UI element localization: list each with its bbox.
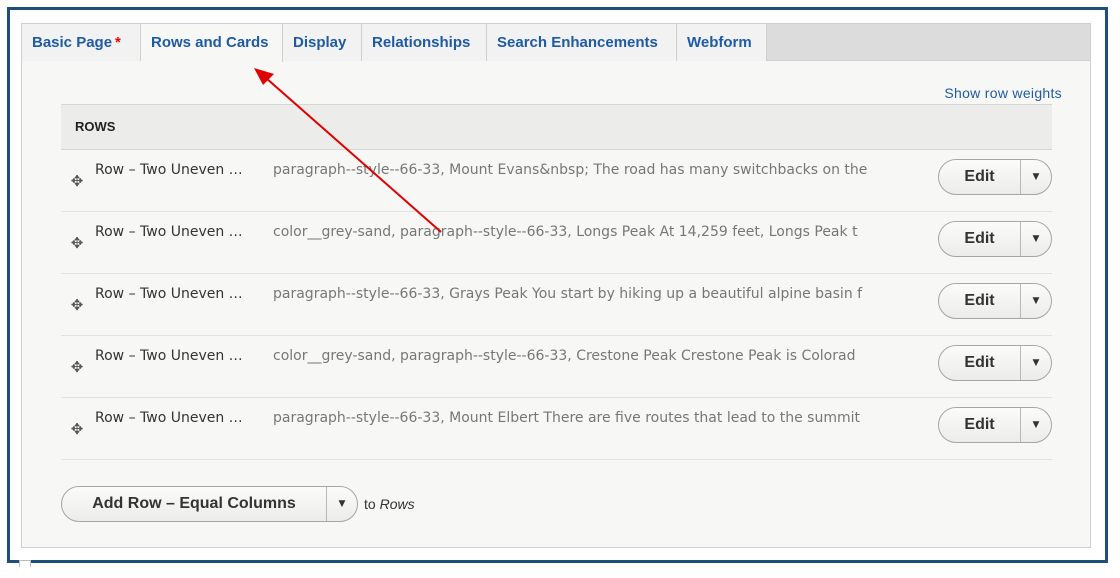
row-title: Row – Two Uneven … [95, 410, 243, 426]
table-row: ✥ Row – Two Uneven … paragraph--style--6… [61, 274, 1052, 336]
add-row-controls: Add Row – Equal Columns ▼ to Rows [61, 486, 415, 522]
table-row: ✥ Row – Two Uneven … paragraph--style--6… [61, 150, 1052, 212]
tab-label: Display [293, 34, 347, 51]
edit-button[interactable]: Edit [939, 222, 1020, 256]
edit-split-button: Edit ▼ [938, 345, 1052, 381]
row-summary: color__grey-sand, paragraph--style--66-3… [273, 348, 856, 364]
tab-label: Rows and Cards [151, 34, 269, 51]
tab-display[interactable]: Display [283, 24, 362, 61]
screenshot-frame: Basic Page * Rows and Cards Display Relat… [7, 7, 1108, 563]
rows-table: ROWS ✥ Row – Two Uneven … paragraph--sty… [61, 104, 1052, 460]
tab-label: Basic Page [32, 34, 113, 51]
caret-down-icon[interactable]: ▼ [1020, 222, 1051, 256]
caret-down-icon[interactable]: ▼ [326, 487, 357, 521]
tab-webform[interactable]: Webform [677, 24, 767, 61]
to-prefix: to [364, 496, 376, 512]
edit-button[interactable]: Edit [939, 284, 1020, 318]
tab-label: Webform [687, 34, 752, 51]
vertical-tabs-panel: Basic Page * Rows and Cards Display Relat… [21, 23, 1091, 548]
move-arrows-icon[interactable]: ✥ [69, 173, 85, 189]
row-summary: paragraph--style--66-33, Mount Elbert Th… [273, 410, 860, 426]
add-row-split-button: Add Row – Equal Columns ▼ [61, 486, 358, 522]
edit-split-button: Edit ▼ [938, 221, 1052, 257]
table-row: ✥ Row – Two Uneven … paragraph--style--6… [61, 398, 1052, 460]
tab-bar: Basic Page * Rows and Cards Display Relat… [22, 24, 1090, 62]
move-arrows-icon[interactable]: ✥ [69, 235, 85, 251]
move-arrows-icon[interactable]: ✥ [69, 421, 85, 437]
tab-label: Search Enhancements [497, 34, 658, 51]
caret-down-icon[interactable]: ▼ [1020, 408, 1051, 442]
row-title: Row – Two Uneven … [95, 286, 243, 302]
move-arrows-icon[interactable]: ✥ [69, 297, 85, 313]
edit-split-button: Edit ▼ [938, 159, 1052, 195]
table-row: ✥ Row – Two Uneven … color__grey-sand, p… [61, 336, 1052, 398]
row-summary: paragraph--style--66-33, Grays Peak You … [273, 286, 863, 302]
caret-down-icon[interactable]: ▼ [1020, 160, 1051, 194]
edit-split-button: Edit ▼ [938, 407, 1052, 443]
edit-split-button: Edit ▼ [938, 283, 1052, 319]
row-title: Row – Two Uneven … [95, 162, 243, 178]
row-summary: color__grey-sand, paragraph--style--66-3… [273, 224, 858, 240]
tab-search-enhancements[interactable]: Search Enhancements [487, 24, 677, 61]
caret-down-icon[interactable]: ▼ [1020, 284, 1051, 318]
row-title: Row – Two Uneven … [95, 224, 243, 240]
tab-relationships[interactable]: Relationships [362, 24, 487, 61]
rows-header: ROWS [61, 104, 1052, 150]
show-row-weights-link[interactable]: Show row weights [944, 85, 1062, 101]
caret-down-icon[interactable]: ▼ [1020, 346, 1051, 380]
tab-content: Show row weights ROWS ✥ Row – Two Uneven… [22, 62, 1090, 548]
target-name: Rows [379, 496, 415, 512]
edit-button[interactable]: Edit [939, 408, 1020, 442]
partial-checkbox [19, 560, 31, 567]
tab-basic-page[interactable]: Basic Page * [22, 24, 141, 61]
add-row-button[interactable]: Add Row – Equal Columns [62, 487, 326, 521]
table-row: ✥ Row – Two Uneven … color__grey-sand, p… [61, 212, 1052, 274]
tab-rows-and-cards[interactable]: Rows and Cards [141, 24, 283, 62]
row-summary: paragraph--style--66-33, Mount Evans&nbs… [273, 162, 868, 178]
tab-label: Relationships [372, 34, 471, 51]
edit-button[interactable]: Edit [939, 160, 1020, 194]
edit-button[interactable]: Edit [939, 346, 1020, 380]
add-row-target-text: to Rows [364, 496, 415, 512]
required-marker: * [115, 34, 121, 51]
row-title: Row – Two Uneven … [95, 348, 243, 364]
move-arrows-icon[interactable]: ✥ [69, 359, 85, 375]
